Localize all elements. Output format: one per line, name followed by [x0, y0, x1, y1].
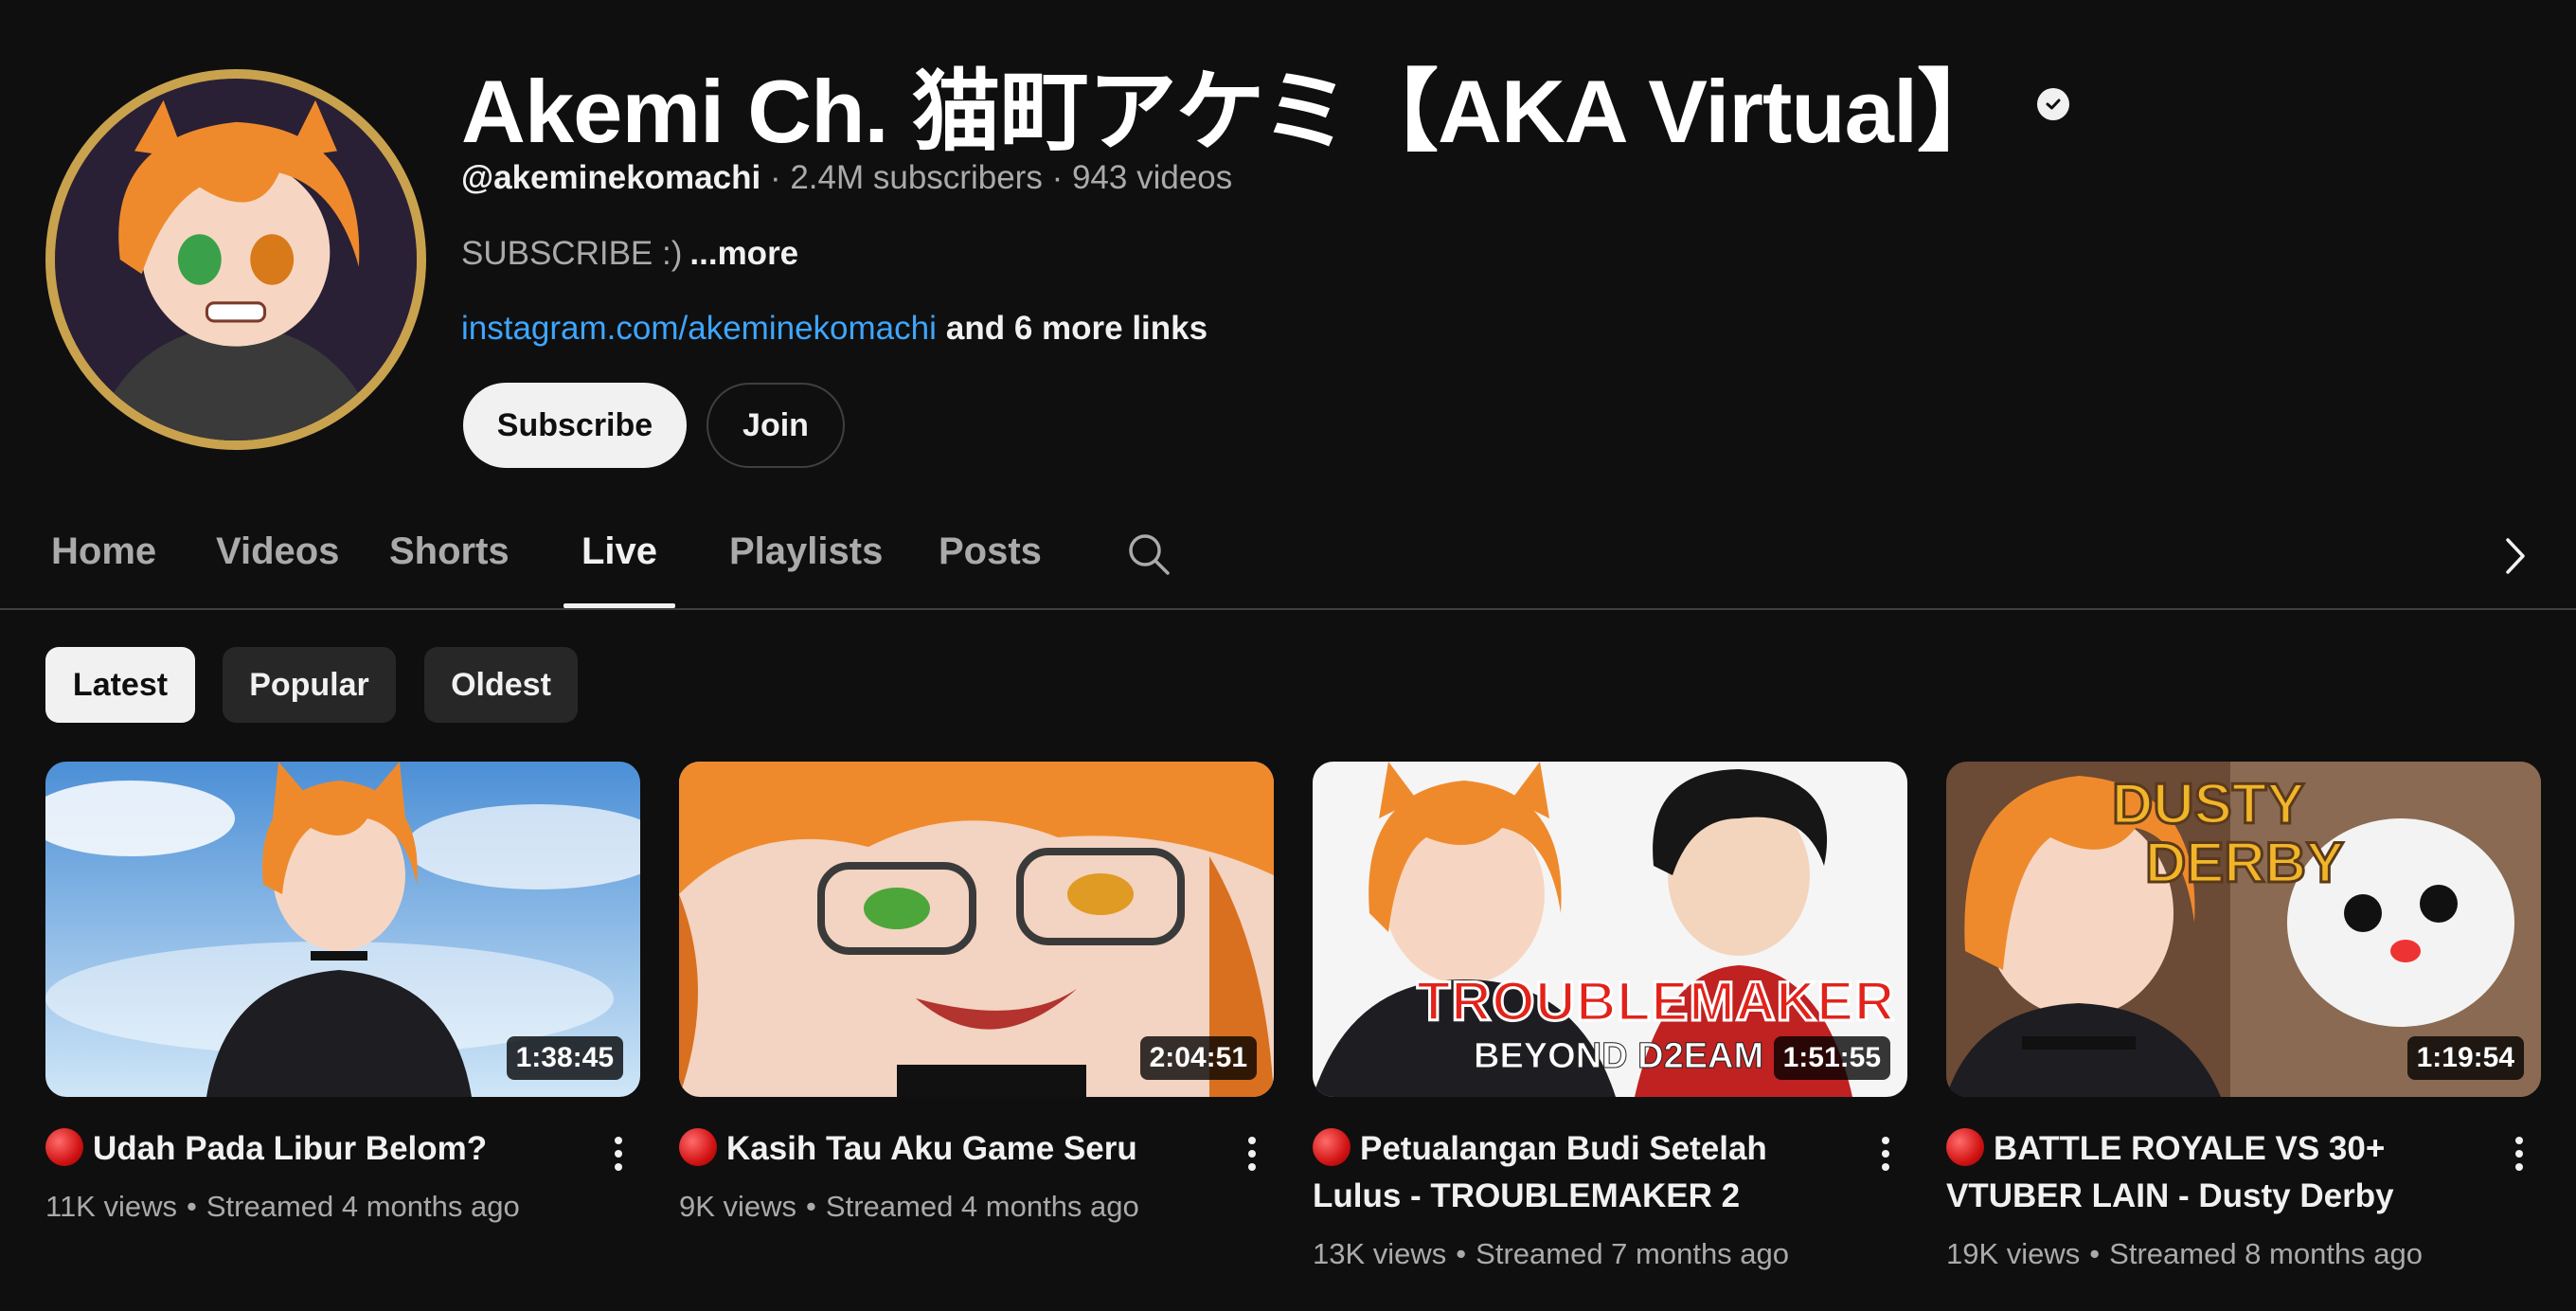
tab-playlists[interactable]: Playlists	[729, 530, 883, 573]
video-meta: 9K views • Streamed 4 months ago	[679, 1190, 1139, 1224]
channel-description[interactable]: SUBSCRIBE :) ...more	[461, 235, 798, 273]
video-title[interactable]: BATTLE ROYALE VS 30+ VTUBER LAIN - Dusty…	[1946, 1125, 2477, 1220]
video-thumbnail[interactable]: 1:38:45	[45, 762, 640, 1097]
video-title-text: Petualangan Budi Setelah Lulus - TROUBLE…	[1313, 1130, 1767, 1214]
channel-meta: @akeminekomachi · 2.4M subscribers · 943…	[461, 159, 1232, 197]
channel-title: Akemi Ch. 猫町アケミ【AKA Virtual】	[461, 40, 2070, 169]
more-options-icon[interactable]	[604, 1133, 633, 1175]
active-tab-indicator	[564, 603, 675, 608]
video-duration: 1:51:55	[1773, 1036, 1890, 1080]
live-red-dot-icon	[679, 1128, 717, 1166]
view-count: 19K views	[1946, 1237, 2081, 1270]
verified-check-icon	[2037, 88, 2070, 120]
video-title-text: BATTLE ROYALE VS 30+ VTUBER LAIN - Dusty…	[1946, 1130, 2394, 1214]
video-duration: 1:38:45	[506, 1036, 623, 1080]
video-title[interactable]: Udah Pada Libur Belom?	[45, 1125, 576, 1173]
more-options-icon[interactable]	[2505, 1133, 2533, 1175]
video-title[interactable]: Kasih Tau Aku Game Seru	[679, 1125, 1209, 1173]
view-count: 13K views	[1313, 1237, 1447, 1270]
video-thumbnail[interactable]: 2:04:51	[679, 762, 1274, 1097]
tab-videos[interactable]: Videos	[216, 530, 339, 573]
video-duration: 2:04:51	[1139, 1036, 1257, 1080]
tab-posts[interactable]: Posts	[939, 530, 1042, 573]
channel-links: instagram.com/akeminekomachi and 6 more l…	[461, 310, 1208, 348]
youtube-channel-page: Akemi Ch. 猫町アケミ【AKA Virtual】 @akeminekom…	[0, 0, 2576, 1311]
chevron-right-icon[interactable]	[2500, 534, 2529, 578]
video-duration: 1:19:54	[2406, 1036, 2524, 1080]
video-title[interactable]: Petualangan Budi Setelah Lulus - TROUBLE…	[1313, 1125, 1843, 1220]
channel-tabs: Home Videos Shorts Live Playlists Posts	[0, 512, 2576, 610]
join-button[interactable]: Join	[707, 383, 845, 468]
channel-name-text: Akemi Ch. 猫町アケミ【AKA Virtual】	[461, 62, 2006, 161]
stream-date: Streamed 4 months ago	[825, 1190, 1139, 1223]
thumbnail-title-derby: DERBY	[2143, 830, 2345, 896]
meta-dot: •	[187, 1190, 197, 1223]
tab-live[interactable]: Live	[581, 530, 657, 573]
stream-date: Streamed 8 months ago	[2109, 1237, 2424, 1270]
subscribe-button[interactable]: Subscribe	[463, 383, 687, 468]
more-links-button[interactable]: and 6 more links	[946, 310, 1208, 347]
view-count: 9K views	[679, 1190, 797, 1223]
video-title-text: Kasih Tau Aku Game Seru	[726, 1130, 1137, 1167]
description-text: SUBSCRIBE :)	[461, 235, 683, 272]
meta-dot: •	[806, 1190, 816, 1223]
more-options-icon[interactable]	[1871, 1133, 1900, 1175]
more-options-icon[interactable]	[1238, 1133, 1266, 1175]
meta-dot: •	[1456, 1237, 1467, 1270]
chip-latest[interactable]: Latest	[45, 647, 195, 723]
channel-handle[interactable]: @akeminekomachi	[461, 159, 760, 196]
stream-date: Streamed 7 months ago	[1476, 1237, 1790, 1270]
channel-avatar[interactable]	[45, 69, 426, 450]
live-red-dot-icon	[45, 1128, 83, 1166]
video-card[interactable]: 1:38:45 Udah Pada Libur Belom? 11K views…	[45, 762, 640, 1223]
live-red-dot-icon	[1313, 1128, 1351, 1166]
thumbnail-title-troublemaker: TROUBLEMAKER	[1416, 970, 1896, 1034]
video-meta: 19K views • Streamed 8 months ago	[1946, 1237, 2423, 1271]
instagram-link[interactable]: instagram.com/akeminekomachi	[461, 310, 937, 347]
stream-date: Streamed 4 months ago	[206, 1190, 520, 1223]
video-card[interactable]: 2:04:51 Kasih Tau Aku Game Seru 9K views…	[679, 762, 1274, 1223]
video-title-text: Udah Pada Libur Belom?	[93, 1130, 488, 1167]
thumbnail-title-dusty: DUSTY	[2110, 771, 2305, 837]
chip-oldest[interactable]: Oldest	[424, 647, 578, 723]
avatar-illustration	[55, 79, 417, 440]
live-red-dot-icon	[1946, 1128, 1984, 1166]
search-icon[interactable]	[1125, 530, 1172, 578]
subscriber-count: 2.4M subscribers	[790, 159, 1043, 196]
video-thumbnail[interactable]: 1:51:55 TROUBLEMAKER BEYOND D2EAM	[1313, 762, 1907, 1097]
video-thumbnail[interactable]: 1:19:54 DUSTY DERBY	[1946, 762, 2541, 1097]
view-count: 11K views	[45, 1190, 177, 1223]
video-card[interactable]: 1:19:54 DUSTY DERBY BATTLE ROYALE VS 30+…	[1946, 762, 2541, 1270]
tab-home[interactable]: Home	[51, 530, 156, 573]
video-meta: 13K views • Streamed 7 months ago	[1313, 1237, 1789, 1271]
meta-dot: •	[2089, 1237, 2101, 1270]
meta-separator: ·	[1051, 159, 1064, 196]
video-card[interactable]: 1:51:55 TROUBLEMAKER BEYOND D2EAM Petual…	[1313, 762, 1907, 1270]
video-meta: 11K views • Streamed 4 months ago	[45, 1190, 520, 1224]
video-count: 943 videos	[1071, 159, 1233, 196]
tab-shorts[interactable]: Shorts	[389, 530, 510, 573]
more-description-button[interactable]: ...more	[689, 235, 798, 272]
meta-separator: ·	[769, 159, 781, 196]
chip-popular[interactable]: Popular	[223, 647, 396, 723]
thumbnail-subtitle-beyond-dream: BEYOND D2EAM	[1473, 1036, 1764, 1077]
